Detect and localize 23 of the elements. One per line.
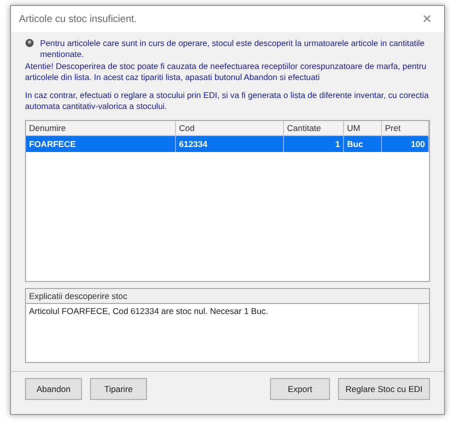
window-title: Articole cu stoc insuficient. xyxy=(19,14,137,24)
explanation-field[interactable]: Articolul FOARFECE, Cod 612334 are stoc nul. Necesar 1 Buc. xyxy=(25,304,430,363)
column-header[interactable]: Cod xyxy=(176,121,284,136)
message-text: In caz contrar, efectuati o reglare a stocului prin EDI, si va fi generata o lista de diferente inventar, cu corectia automata cantitativ-valorica a stocului. xyxy=(25,90,430,112)
print-button[interactable]: Tiparire xyxy=(90,378,147,400)
message-text: Atentie! Descoperirea de stoc poate fi cauzata de neefectuarea receptiilor corespunzatoare de marfa, pentru articolele din lista. In acest caz tipariti lista, apasati butonul Abandon si efectuati xyxy=(25,61,428,83)
table-cell: 100 xyxy=(382,136,429,152)
globe-icon xyxy=(25,38,34,48)
close-button[interactable]: ✕ xyxy=(418,12,436,26)
column-header[interactable]: Cantitate xyxy=(284,121,344,136)
table-cell: 612334 xyxy=(176,136,284,152)
table-cell: FOARFECE xyxy=(26,136,176,152)
abandon-button[interactable]: Abandon xyxy=(25,378,82,400)
export-button[interactable]: Export xyxy=(270,378,330,400)
column-header[interactable]: Pret xyxy=(382,121,429,136)
table-cell: Buc xyxy=(344,136,382,152)
explanation-label: Explicatii descoperire stoc xyxy=(25,288,430,304)
adjust-stock-button[interactable]: Reglare Stoc cu EDI xyxy=(338,378,430,400)
table-cell: 1 xyxy=(284,136,344,152)
column-header[interactable]: UM xyxy=(344,121,382,136)
table-row[interactable]: FOARFECE 612334 1 Buc 100 xyxy=(26,136,429,152)
column-header[interactable]: Denumire xyxy=(26,121,176,136)
message-text: Pentru articolele care sunt in curs de operare, stocul este descoperit la urmatoarele articole in cantitatile mentionate. xyxy=(40,38,426,60)
